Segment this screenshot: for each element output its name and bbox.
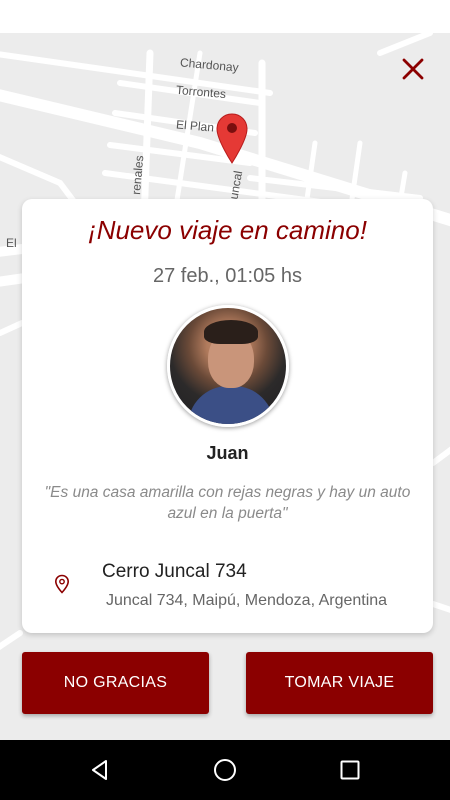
location-pin-icon [216,113,248,165]
decline-button[interactable]: NO GRACIAS [22,652,209,714]
status-bar [0,0,450,33]
home-icon [214,759,236,781]
passenger-note: "Es una casa amarilla con rejas negras y… [44,484,411,522]
trip-date: 27 feb., 01:05 hs [152,265,302,287]
accept-trip-button[interactable]: TOMAR VIAJE [246,652,433,714]
passenger-avatar [167,305,289,427]
recents-button[interactable] [336,756,364,784]
address-detail: Juncal 734, Maipú, Mendoza, Argentina [106,592,388,609]
street-label: El [6,236,17,250]
recents-icon [340,760,360,780]
close-button[interactable] [396,52,430,86]
android-nav-bar [0,740,450,800]
close-icon [402,58,424,80]
location-icon [54,574,70,594]
back-icon [92,760,107,780]
back-button[interactable] [86,756,114,784]
passenger-name: Juan [206,443,249,463]
address-main: Cerro Juncal 734 [102,561,247,582]
trip-request-card: ¡Nuevo viaje en camino! 27 feb., 01:05 h… [22,199,433,633]
card-title: ¡Nuevo viaje en camino! [88,215,367,245]
home-button[interactable] [211,756,239,784]
